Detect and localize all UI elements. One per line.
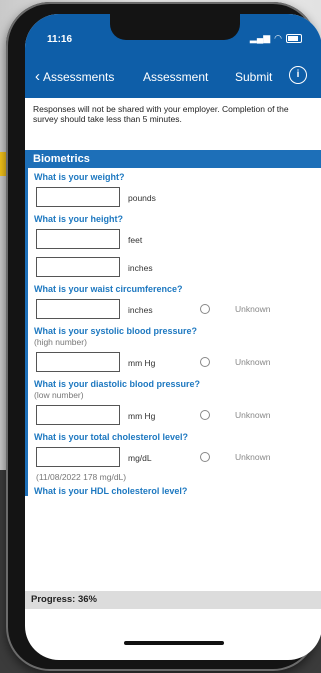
- question-height: What is your height? feet inches: [25, 210, 321, 280]
- weight-input[interactable]: [36, 187, 120, 207]
- intro-text: Responses will not be shared with your e…: [33, 104, 289, 124]
- unknown-radio[interactable]: [200, 357, 210, 367]
- unknown-label: Unknown: [235, 410, 271, 420]
- question-title: What is your total cholesterol level?: [34, 432, 189, 442]
- question-title: What is your waist circumference?: [34, 284, 183, 294]
- previous-value: (11/08/2022 178 mg/dL): [36, 472, 127, 482]
- unknown-radio[interactable]: [200, 452, 210, 462]
- status-icons: ▂▄▆ ◠: [250, 33, 302, 44]
- unit-label: inches: [128, 263, 153, 273]
- question-title: What is your weight?: [34, 172, 125, 182]
- page-title: Assessment: [143, 70, 209, 84]
- question-title: What is your height?: [34, 214, 123, 224]
- unit-label: mm Hg: [128, 411, 156, 421]
- status-bar: 11:16 ▂▄▆ ◠: [25, 14, 321, 54]
- unit-label: feet: [128, 235, 143, 245]
- survey-content[interactable]: Responses will not be shared with your e…: [25, 98, 321, 598]
- diastolic-input[interactable]: [36, 405, 120, 425]
- back-button[interactable]: ‹ Assessments: [35, 68, 115, 85]
- phone-screen: 11:16 ▂▄▆ ◠ ‹ Assessments Assessment Sub…: [25, 14, 321, 660]
- unknown-label: Unknown: [235, 357, 271, 367]
- status-time: 11:16: [47, 34, 73, 45]
- home-indicator[interactable]: [124, 641, 224, 645]
- battery-icon: [286, 34, 302, 43]
- height-feet-input[interactable]: [36, 229, 120, 249]
- unknown-label: Unknown: [235, 304, 271, 314]
- question-waist: What is your waist circumference? inches…: [25, 280, 321, 322]
- cholesterol-input[interactable]: [36, 447, 120, 467]
- signal-icon: ▂▄▆: [249, 33, 271, 43]
- question-cholesterol: What is your total cholesterol level? mg…: [25, 428, 321, 482]
- unit-label: pounds: [128, 193, 156, 203]
- wifi-icon: ◠: [274, 33, 282, 43]
- phone-frame: 11:16 ▂▄▆ ◠ ‹ Assessments Assessment Sub…: [6, 2, 321, 671]
- back-button-label: Assessments: [43, 70, 115, 84]
- unit-label: inches: [128, 305, 153, 315]
- waist-input[interactable]: [36, 299, 120, 319]
- unit-label: mm Hg: [128, 358, 156, 368]
- progress-bar: Progress: 36%: [25, 591, 321, 609]
- question-subtitle: (high number): [34, 337, 87, 347]
- chevron-left-icon: ‹: [35, 68, 40, 85]
- section-header: Biometrics: [25, 150, 321, 168]
- question-systolic: What is your systolic blood pressure? (h…: [25, 322, 321, 375]
- unknown-radio[interactable]: [200, 410, 210, 420]
- unknown-radio[interactable]: [200, 304, 210, 314]
- unknown-label: Unknown: [235, 452, 271, 462]
- question-subtitle: (low number): [34, 390, 84, 400]
- submit-button[interactable]: Submit: [235, 70, 272, 84]
- question-title: What is your diastolic blood pressure?: [34, 379, 201, 389]
- question-weight: What is your weight? pounds: [25, 168, 321, 210]
- systolic-input[interactable]: [36, 352, 120, 372]
- notch: [110, 14, 240, 40]
- question-diastolic: What is your diastolic blood pressure? (…: [25, 375, 321, 428]
- question-title: What is your systolic blood pressure?: [34, 326, 198, 336]
- navigation-bar: ‹ Assessments Assessment Submit i: [25, 54, 321, 98]
- height-inches-input[interactable]: [36, 257, 120, 277]
- info-icon[interactable]: i: [289, 66, 307, 84]
- question-title: What is your HDL cholesterol level?: [34, 486, 188, 496]
- question-hdl: What is your HDL cholesterol level?: [25, 482, 321, 496]
- unit-label: mg/dL: [128, 453, 152, 463]
